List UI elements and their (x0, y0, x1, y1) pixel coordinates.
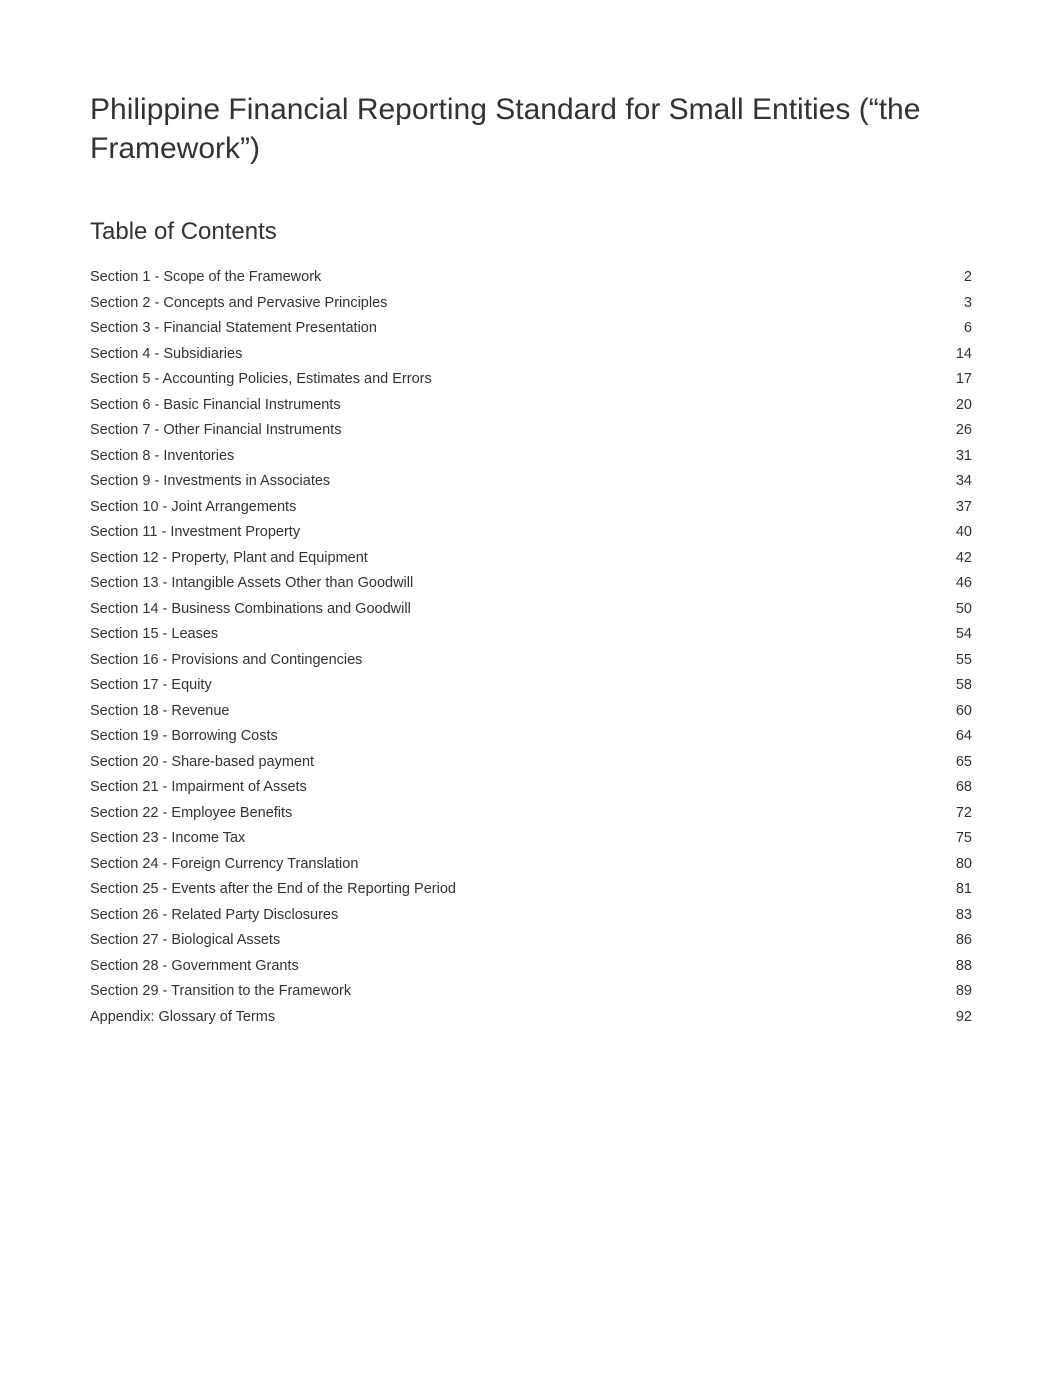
toc-entry[interactable]: Section 22 - Employee Benefits 72 (90, 806, 972, 821)
toc-entry[interactable]: Section 12 - Property, Plant and Equipme… (90, 551, 972, 566)
toc-entry-page: 89 (956, 984, 972, 999)
toc-entry-page: 83 (956, 908, 972, 923)
toc-entry-page: 64 (956, 729, 972, 744)
toc-entry-label: Section 21 - Impairment of Assets (90, 780, 307, 795)
toc-entry-label: Section 8 - Inventories (90, 449, 234, 464)
document-title: Philippine Financial Reporting Standard … (90, 90, 972, 168)
toc-entry[interactable]: Section 4 - Subsidiaries 14 (90, 347, 972, 362)
toc-entry-page: 2 (964, 270, 972, 285)
toc-entry-label: Section 25 - Events after the End of the… (90, 882, 456, 897)
toc-entry-label: Section 16 - Provisions and Contingencie… (90, 653, 362, 668)
toc-entry-page: 26 (956, 423, 972, 438)
toc-entry-page: 50 (956, 602, 972, 617)
toc-entry-label: Section 19 - Borrowing Costs (90, 729, 278, 744)
toc-entry-page: 75 (956, 831, 972, 846)
toc-entry-label: Section 26 - Related Party Disclosures (90, 908, 338, 923)
toc-entry[interactable]: Section 16 - Provisions and Contingencie… (90, 653, 972, 668)
toc-entry-label: Section 6 - Basic Financial Instruments (90, 398, 341, 413)
toc-entry[interactable]: Section 29 - Transition to the Framework… (90, 984, 972, 999)
toc-entry-label: Section 2 - Concepts and Pervasive Princ… (90, 296, 387, 311)
toc-entry-label: Section 1 - Scope of the Framework (90, 270, 321, 285)
toc-entry-label: Section 17 - Equity (90, 678, 212, 693)
toc-entry-label: Section 12 - Property, Plant and Equipme… (90, 551, 368, 566)
toc-entry-label: Section 3 - Financial Statement Presenta… (90, 321, 377, 336)
toc-entry-page: 42 (956, 551, 972, 566)
toc-entry-label: Section 22 - Employee Benefits (90, 806, 292, 821)
toc-entry[interactable]: Section 11 - Investment Property 40 (90, 525, 972, 540)
toc-entry[interactable]: Section 6 - Basic Financial Instruments 2… (90, 398, 972, 413)
toc-entry-label: Section 10 - Joint Arrangements (90, 500, 296, 515)
toc-entry-page: 37 (956, 500, 972, 515)
toc-entry-page: 34 (956, 474, 972, 489)
toc-entry[interactable]: Section 14 - Business Combinations and G… (90, 602, 972, 617)
toc-entry[interactable]: Section 2 - Concepts and Pervasive Princ… (90, 296, 972, 311)
toc-entry[interactable]: Section 1 - Scope of the Framework 2 (90, 270, 972, 285)
toc-entry-page: 81 (956, 882, 972, 897)
toc-entry-page: 31 (956, 449, 972, 464)
toc-entry[interactable]: Section 25 - Events after the End of the… (90, 882, 972, 897)
toc-entry[interactable]: Section 18 - Revenue 60 (90, 704, 972, 719)
toc-entry-page: 80 (956, 857, 972, 872)
toc-entry[interactable]: Section 15 - Leases 54 (90, 627, 972, 642)
toc-entry-label: Section 5 - Accounting Policies, Estimat… (90, 372, 432, 387)
toc-entry-page: 20 (956, 398, 972, 413)
toc-entry-page: 55 (956, 653, 972, 668)
toc-entry[interactable]: Section 9 - Investments in Associates 34 (90, 474, 972, 489)
toc-entry[interactable]: Section 23 - Income Tax 75 (90, 831, 972, 846)
toc-entry-page: 3 (964, 296, 972, 311)
toc-entry[interactable]: Section 7 - Other Financial Instruments 2… (90, 423, 972, 438)
toc-entry-page: 65 (956, 755, 972, 770)
toc-entry-page: 88 (956, 959, 972, 974)
toc-entry-label: Section 4 - Subsidiaries (90, 347, 242, 362)
toc-entry-label: Section 28 - Government Grants (90, 959, 299, 974)
toc-entry-label: Section 23 - Income Tax (90, 831, 245, 846)
toc-entry-page: 60 (956, 704, 972, 719)
toc-entry-page: 58 (956, 678, 972, 693)
toc-entry-page: 40 (956, 525, 972, 540)
toc-entry-label: Appendix: Glossary of Terms (90, 1010, 275, 1025)
toc-entry[interactable]: Section 21 - Impairment of Assets 68 (90, 780, 972, 795)
toc-entry-label: Section 7 - Other Financial Instruments (90, 423, 341, 438)
toc-entry[interactable]: Section 5 - Accounting Policies, Estimat… (90, 372, 972, 387)
toc-entry-label: Section 18 - Revenue (90, 704, 229, 719)
toc-entry[interactable]: Section 26 - Related Party Disclosures 83 (90, 908, 972, 923)
toc-entry-label: Section 11 - Investment Property (90, 525, 300, 540)
toc-entry[interactable]: Section 8 - Inventories 31 (90, 449, 972, 464)
toc-entry[interactable]: Section 27 - Biological Assets 86 (90, 933, 972, 948)
toc-heading: Table of Contents (90, 218, 972, 246)
toc-entry-page: 86 (956, 933, 972, 948)
toc-entry[interactable]: Section 13 - Intangible Assets Other tha… (90, 576, 972, 591)
toc-entry-page: 46 (956, 576, 972, 591)
toc-entry-label: Section 20 - Share-based payment (90, 755, 314, 770)
toc-entry[interactable]: Appendix: Glossary of Terms 92 (90, 1010, 972, 1025)
toc-entry[interactable]: Section 28 - Government Grants 88 (90, 959, 972, 974)
toc-entry[interactable]: Section 10 - Joint Arrangements 37 (90, 500, 972, 515)
toc-entry-label: Section 13 - Intangible Assets Other tha… (90, 576, 413, 591)
toc-entry-label: Section 27 - Biological Assets (90, 933, 280, 948)
toc-entry-label: Section 29 - Transition to the Framework (90, 984, 351, 999)
toc-entry-label: Section 15 - Leases (90, 627, 218, 642)
toc-entry[interactable]: Section 19 - Borrowing Costs 64 (90, 729, 972, 744)
toc-entry[interactable]: Section 20 - Share-based payment 65 (90, 755, 972, 770)
toc-entry[interactable]: Section 17 - Equity 58 (90, 678, 972, 693)
toc-entry-label: Section 9 - Investments in Associates (90, 474, 330, 489)
toc-entry-label: Section 14 - Business Combinations and G… (90, 602, 411, 617)
table-of-contents: Section 1 - Scope of the Framework2Secti… (90, 270, 972, 1024)
toc-entry-page: 92 (956, 1010, 972, 1025)
toc-entry[interactable]: Section 24 - Foreign Currency Translatio… (90, 857, 972, 872)
toc-entry-page: 17 (956, 372, 972, 387)
toc-entry-label: Section 24 - Foreign Currency Translatio… (90, 857, 358, 872)
toc-entry-page: 14 (956, 347, 972, 362)
toc-entry-page: 72 (956, 806, 972, 821)
toc-entry-page: 6 (964, 321, 972, 336)
toc-entry-page: 68 (956, 780, 972, 795)
toc-entry-page: 54 (956, 627, 972, 642)
toc-entry[interactable]: Section 3 - Financial Statement Presenta… (90, 321, 972, 336)
